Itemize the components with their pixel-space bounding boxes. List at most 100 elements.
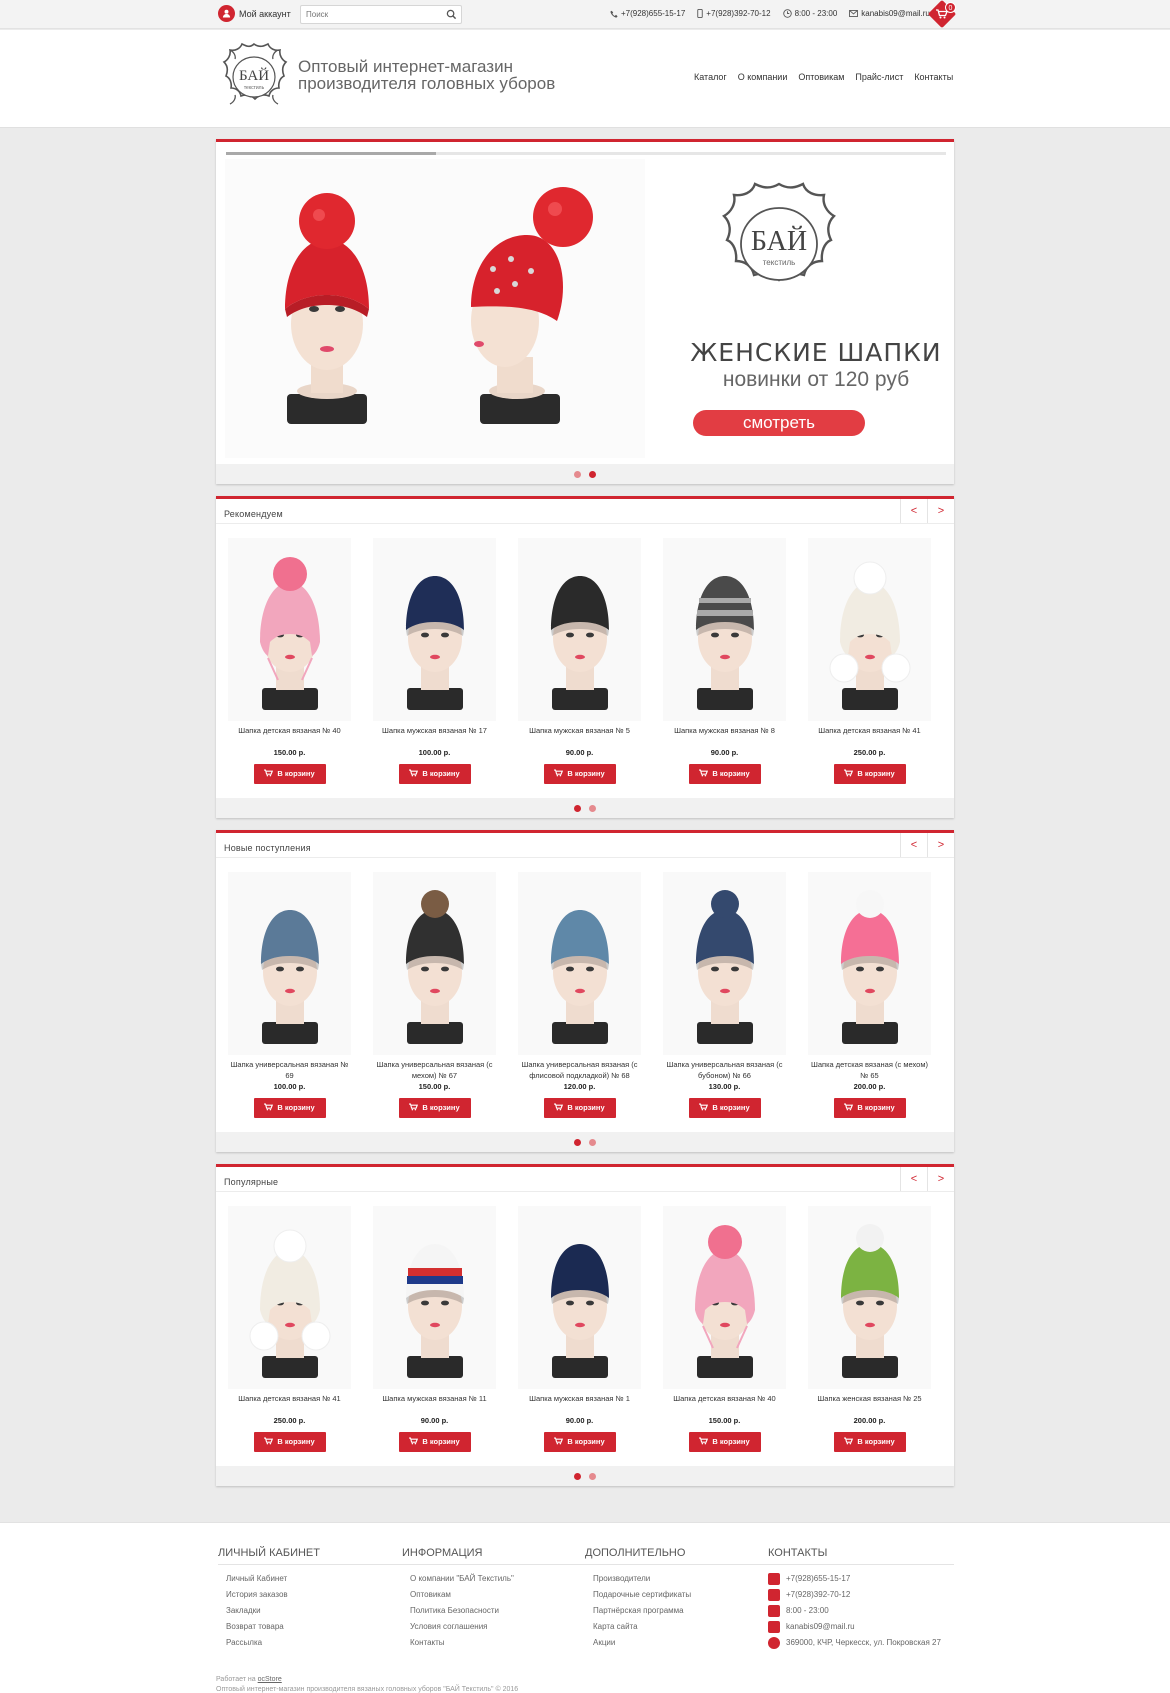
powered-link[interactable]: ocStore <box>258 1676 282 1683</box>
add-to-cart-button[interactable]: В корзину <box>543 1098 616 1118</box>
next-arrow-icon[interactable]: > <box>927 499 954 523</box>
product-name[interactable]: Шапка детская вязаная № 41 <box>808 725 931 747</box>
product-image[interactable] <box>228 872 351 1055</box>
product-image[interactable] <box>663 1206 786 1389</box>
product-image[interactable] <box>518 872 641 1055</box>
nav-wholesale[interactable]: Оптовикам <box>798 72 844 82</box>
product-name[interactable]: Шапка мужская вязаная № 17 <box>373 725 496 747</box>
product-name[interactable]: Шапка универсальная вязаная (с бубоном) … <box>663 1059 786 1081</box>
product-name[interactable]: Шапка мужская вязаная № 1 <box>518 1393 641 1415</box>
nav-price-list[interactable]: Прайс-лист <box>855 72 903 82</box>
product-name[interactable]: Шапка детская вязаная № 40 <box>228 725 351 747</box>
product-image[interactable] <box>228 538 351 721</box>
product-name[interactable]: Шапка мужская вязаная № 8 <box>663 725 786 747</box>
product-image[interactable] <box>808 538 931 721</box>
product-image[interactable] <box>518 538 641 721</box>
add-to-cart-button[interactable]: В корзину <box>398 764 471 784</box>
prev-arrow-icon[interactable]: < <box>900 833 927 857</box>
product-photo[interactable] <box>808 1206 931 1389</box>
product-image[interactable] <box>808 1206 931 1389</box>
footer-link[interactable]: Условия соглашения <box>402 1619 587 1635</box>
product-name[interactable]: Шапка универсальная вязаная № 69 <box>228 1059 351 1081</box>
carousel-dot-1[interactable] <box>574 1138 581 1146</box>
search-icon[interactable] <box>446 9 457 20</box>
add-to-cart-button[interactable]: В корзину <box>833 1432 906 1452</box>
prev-arrow-icon[interactable]: < <box>900 1167 927 1191</box>
top-email[interactable]: kanabis09@mail.ru <box>849 9 930 18</box>
footer-link[interactable]: Производители <box>585 1571 770 1587</box>
site-logo[interactable]: БАЙ текстиль <box>216 40 292 114</box>
product-image[interactable] <box>808 872 931 1055</box>
product-photo[interactable] <box>518 872 641 1055</box>
product-photo[interactable] <box>663 872 786 1055</box>
product-name[interactable]: Шапка детская вязаная № 41 <box>228 1393 351 1415</box>
account-link[interactable]: Мой аккаунт <box>218 5 291 22</box>
add-to-cart-button[interactable]: В корзину <box>688 764 761 784</box>
search-input[interactable] <box>301 6 431 23</box>
product-photo[interactable] <box>518 1206 641 1389</box>
product-image[interactable] <box>373 1206 496 1389</box>
product-photo[interactable] <box>663 1206 786 1389</box>
next-arrow-icon[interactable]: > <box>927 833 954 857</box>
add-to-cart-button[interactable]: В корзину <box>253 1432 326 1452</box>
product-photo[interactable] <box>228 872 351 1055</box>
footer-link[interactable]: Контакты <box>402 1635 587 1651</box>
product-image[interactable] <box>663 538 786 721</box>
nav-about[interactable]: О компании <box>738 72 788 82</box>
footer-email[interactable]: kanabis09@mail.ru <box>768 1619 954 1635</box>
carousel-dot-2[interactable] <box>589 1472 596 1480</box>
product-name[interactable]: Шапка универсальная вязаная (с флисовой … <box>518 1059 641 1081</box>
add-to-cart-button[interactable]: В корзину <box>253 1098 326 1118</box>
add-to-cart-button[interactable]: В корзину <box>688 1432 761 1452</box>
footer-link[interactable]: Подарочные сертификаты <box>585 1587 770 1603</box>
product-photo[interactable] <box>518 538 641 721</box>
footer-link[interactable]: Партнёрская программа <box>585 1603 770 1619</box>
add-to-cart-button[interactable]: В корзину <box>398 1098 471 1118</box>
footer-link[interactable]: Карта сайта <box>585 1619 770 1635</box>
footer-link[interactable]: Личный Кабинет <box>218 1571 403 1587</box>
product-image[interactable] <box>228 1206 351 1389</box>
product-image[interactable] <box>518 1206 641 1389</box>
carousel-dot-2[interactable] <box>589 1138 596 1146</box>
product-image[interactable] <box>663 872 786 1055</box>
product-name[interactable]: Шапка женская вязаная № 25 <box>808 1393 931 1415</box>
product-name[interactable]: Шапка мужская вязаная № 5 <box>518 725 641 747</box>
footer-link[interactable]: Возврат товара <box>218 1619 403 1635</box>
product-photo[interactable] <box>663 538 786 721</box>
next-arrow-icon[interactable]: > <box>927 1167 954 1191</box>
product-photo[interactable] <box>373 538 496 721</box>
nav-catalog[interactable]: Каталог <box>694 72 727 82</box>
footer-link[interactable]: Рассылка <box>218 1635 403 1651</box>
product-image[interactable] <box>373 872 496 1055</box>
add-to-cart-button[interactable]: В корзину <box>543 1432 616 1452</box>
carousel-dot-1[interactable] <box>574 804 581 812</box>
product-image[interactable] <box>373 538 496 721</box>
footer-link[interactable]: Оптовикам <box>402 1587 587 1603</box>
add-to-cart-button[interactable]: В корзину <box>688 1098 761 1118</box>
add-to-cart-button[interactable]: В корзину <box>253 764 326 784</box>
slider-dot-2[interactable] <box>589 470 596 478</box>
product-photo[interactable] <box>808 872 931 1055</box>
product-photo[interactable] <box>228 538 351 721</box>
product-name[interactable]: Шапка универсальная вязаная (с мехом) № … <box>373 1059 496 1081</box>
hero-cta-button[interactable]: смотреть <box>693 410 865 436</box>
product-name[interactable]: Шапка мужская вязаная № 11 <box>373 1393 496 1415</box>
footer-link[interactable]: Акции <box>585 1635 770 1651</box>
footer-link[interactable]: О компании "БАЙ Текстиль" <box>402 1571 587 1587</box>
add-to-cart-button[interactable]: В корзину <box>833 764 906 784</box>
product-photo[interactable] <box>373 1206 496 1389</box>
add-to-cart-button[interactable]: В корзину <box>543 764 616 784</box>
product-name[interactable]: Шапка детская вязаная (с мехом) № 65 <box>808 1059 931 1081</box>
prev-arrow-icon[interactable]: < <box>900 499 927 523</box>
product-photo[interactable] <box>808 538 931 721</box>
carousel-dot-2[interactable] <box>589 804 596 812</box>
nav-contacts[interactable]: Контакты <box>914 72 953 82</box>
footer-link[interactable]: Закладки <box>218 1603 403 1619</box>
carousel-dot-1[interactable] <box>574 1472 581 1480</box>
add-to-cart-button[interactable]: В корзину <box>833 1098 906 1118</box>
product-photo[interactable] <box>373 872 496 1055</box>
product-photo[interactable] <box>228 1206 351 1389</box>
slider-dot-1[interactable] <box>574 470 581 478</box>
add-to-cart-button[interactable]: В корзину <box>398 1432 471 1452</box>
footer-link[interactable]: История заказов <box>218 1587 403 1603</box>
